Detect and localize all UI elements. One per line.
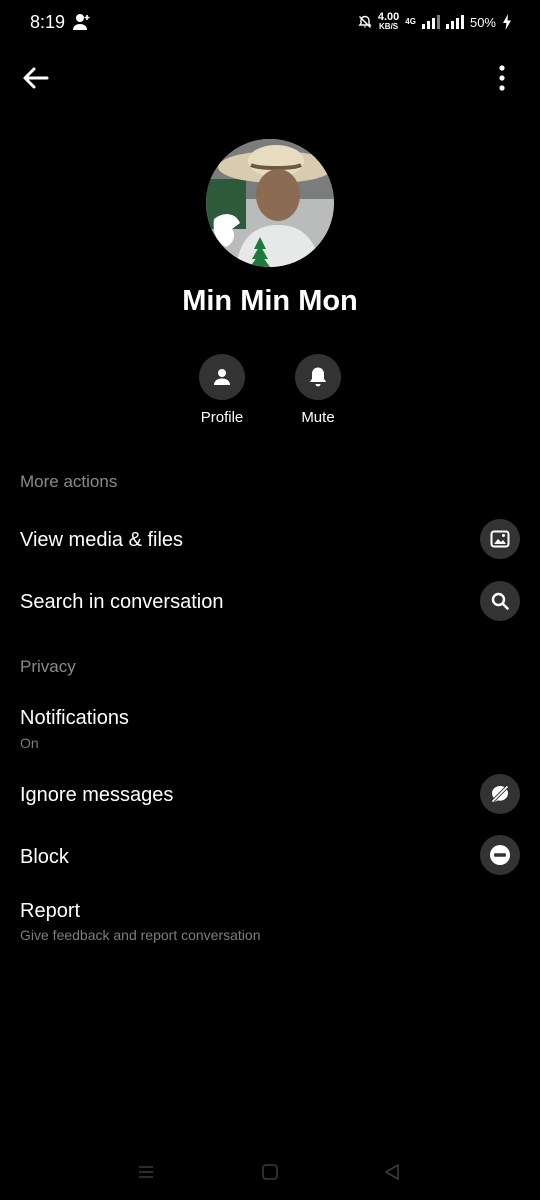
block-row[interactable]: Block bbox=[0, 826, 540, 886]
more-actions-heading: More actions bbox=[20, 472, 118, 491]
charging-icon bbox=[503, 14, 511, 30]
search-icon bbox=[491, 592, 509, 610]
search-in-conversation-label: Search in conversation bbox=[20, 591, 224, 613]
image-icon bbox=[490, 530, 510, 548]
menu-icon[interactable] bbox=[134, 1160, 158, 1184]
network-type: 4G bbox=[405, 17, 416, 26]
bell-icon bbox=[309, 367, 327, 387]
block-icon-button[interactable] bbox=[480, 835, 520, 875]
report-label: Report bbox=[20, 900, 81, 922]
status-indicators: 4.00 KB/S 4G 50% bbox=[358, 12, 512, 32]
view-media-icon-button[interactable] bbox=[480, 519, 520, 559]
view-media-files-label: View media & files bbox=[20, 529, 184, 551]
profile-icon-circle[interactable] bbox=[199, 354, 245, 400]
privacy-heading: Privacy bbox=[20, 657, 76, 676]
ignore-messages-label: Ignore messages bbox=[20, 784, 174, 806]
view-media-files-row[interactable]: View media & files bbox=[0, 510, 540, 570]
search-in-conversation-row[interactable]: Search in conversation bbox=[0, 571, 540, 631]
mute-label: Mute bbox=[301, 409, 335, 426]
do-not-disturb-icon bbox=[358, 15, 372, 28]
block-icon bbox=[490, 845, 510, 865]
avatar[interactable] bbox=[206, 139, 334, 267]
system-nav-bar bbox=[0, 1144, 540, 1200]
ignore-icon-button[interactable] bbox=[480, 774, 520, 814]
add-user-icon bbox=[73, 14, 90, 30]
battery-percent: 50% bbox=[469, 14, 496, 30]
signal-icon-2 bbox=[445, 15, 464, 29]
status-bar: 8:19 4.00 KB/S 4G 50% bbox=[0, 0, 540, 46]
mute-icon-circle[interactable] bbox=[295, 354, 341, 400]
report-row[interactable]: Report Give feedback and report conversa… bbox=[0, 890, 540, 950]
profile-label: Profile bbox=[200, 409, 244, 426]
network-speed-value: 4.00 bbox=[377, 11, 400, 23]
mute-button[interactable]: Mute bbox=[273, 354, 363, 426]
more-options-icon[interactable] bbox=[494, 64, 510, 92]
search-icon-button[interactable] bbox=[480, 581, 520, 621]
status-time: 8:19 bbox=[30, 12, 66, 32]
notifications-label: Notifications bbox=[20, 707, 129, 729]
notifications-row[interactable]: Notifications On bbox=[0, 700, 540, 760]
signal-icon bbox=[421, 15, 440, 29]
profile-button[interactable]: Profile bbox=[177, 354, 267, 426]
back-button[interactable] bbox=[18, 62, 54, 94]
avatar-photo bbox=[206, 139, 334, 267]
notifications-status: On bbox=[20, 735, 39, 751]
person-icon bbox=[214, 369, 230, 385]
network-speed: 4.00 KB/S bbox=[378, 12, 399, 32]
ignore-icon bbox=[490, 784, 510, 804]
home-icon[interactable] bbox=[258, 1160, 282, 1184]
contact-name: Min Min Mon bbox=[182, 285, 358, 317]
network-speed-unit: KB/S bbox=[379, 22, 399, 31]
block-label: Block bbox=[20, 846, 69, 868]
ignore-messages-row[interactable]: Ignore messages bbox=[0, 764, 540, 824]
back-nav-icon[interactable] bbox=[380, 1160, 404, 1184]
report-description: Give feedback and report conversation bbox=[20, 927, 261, 943]
